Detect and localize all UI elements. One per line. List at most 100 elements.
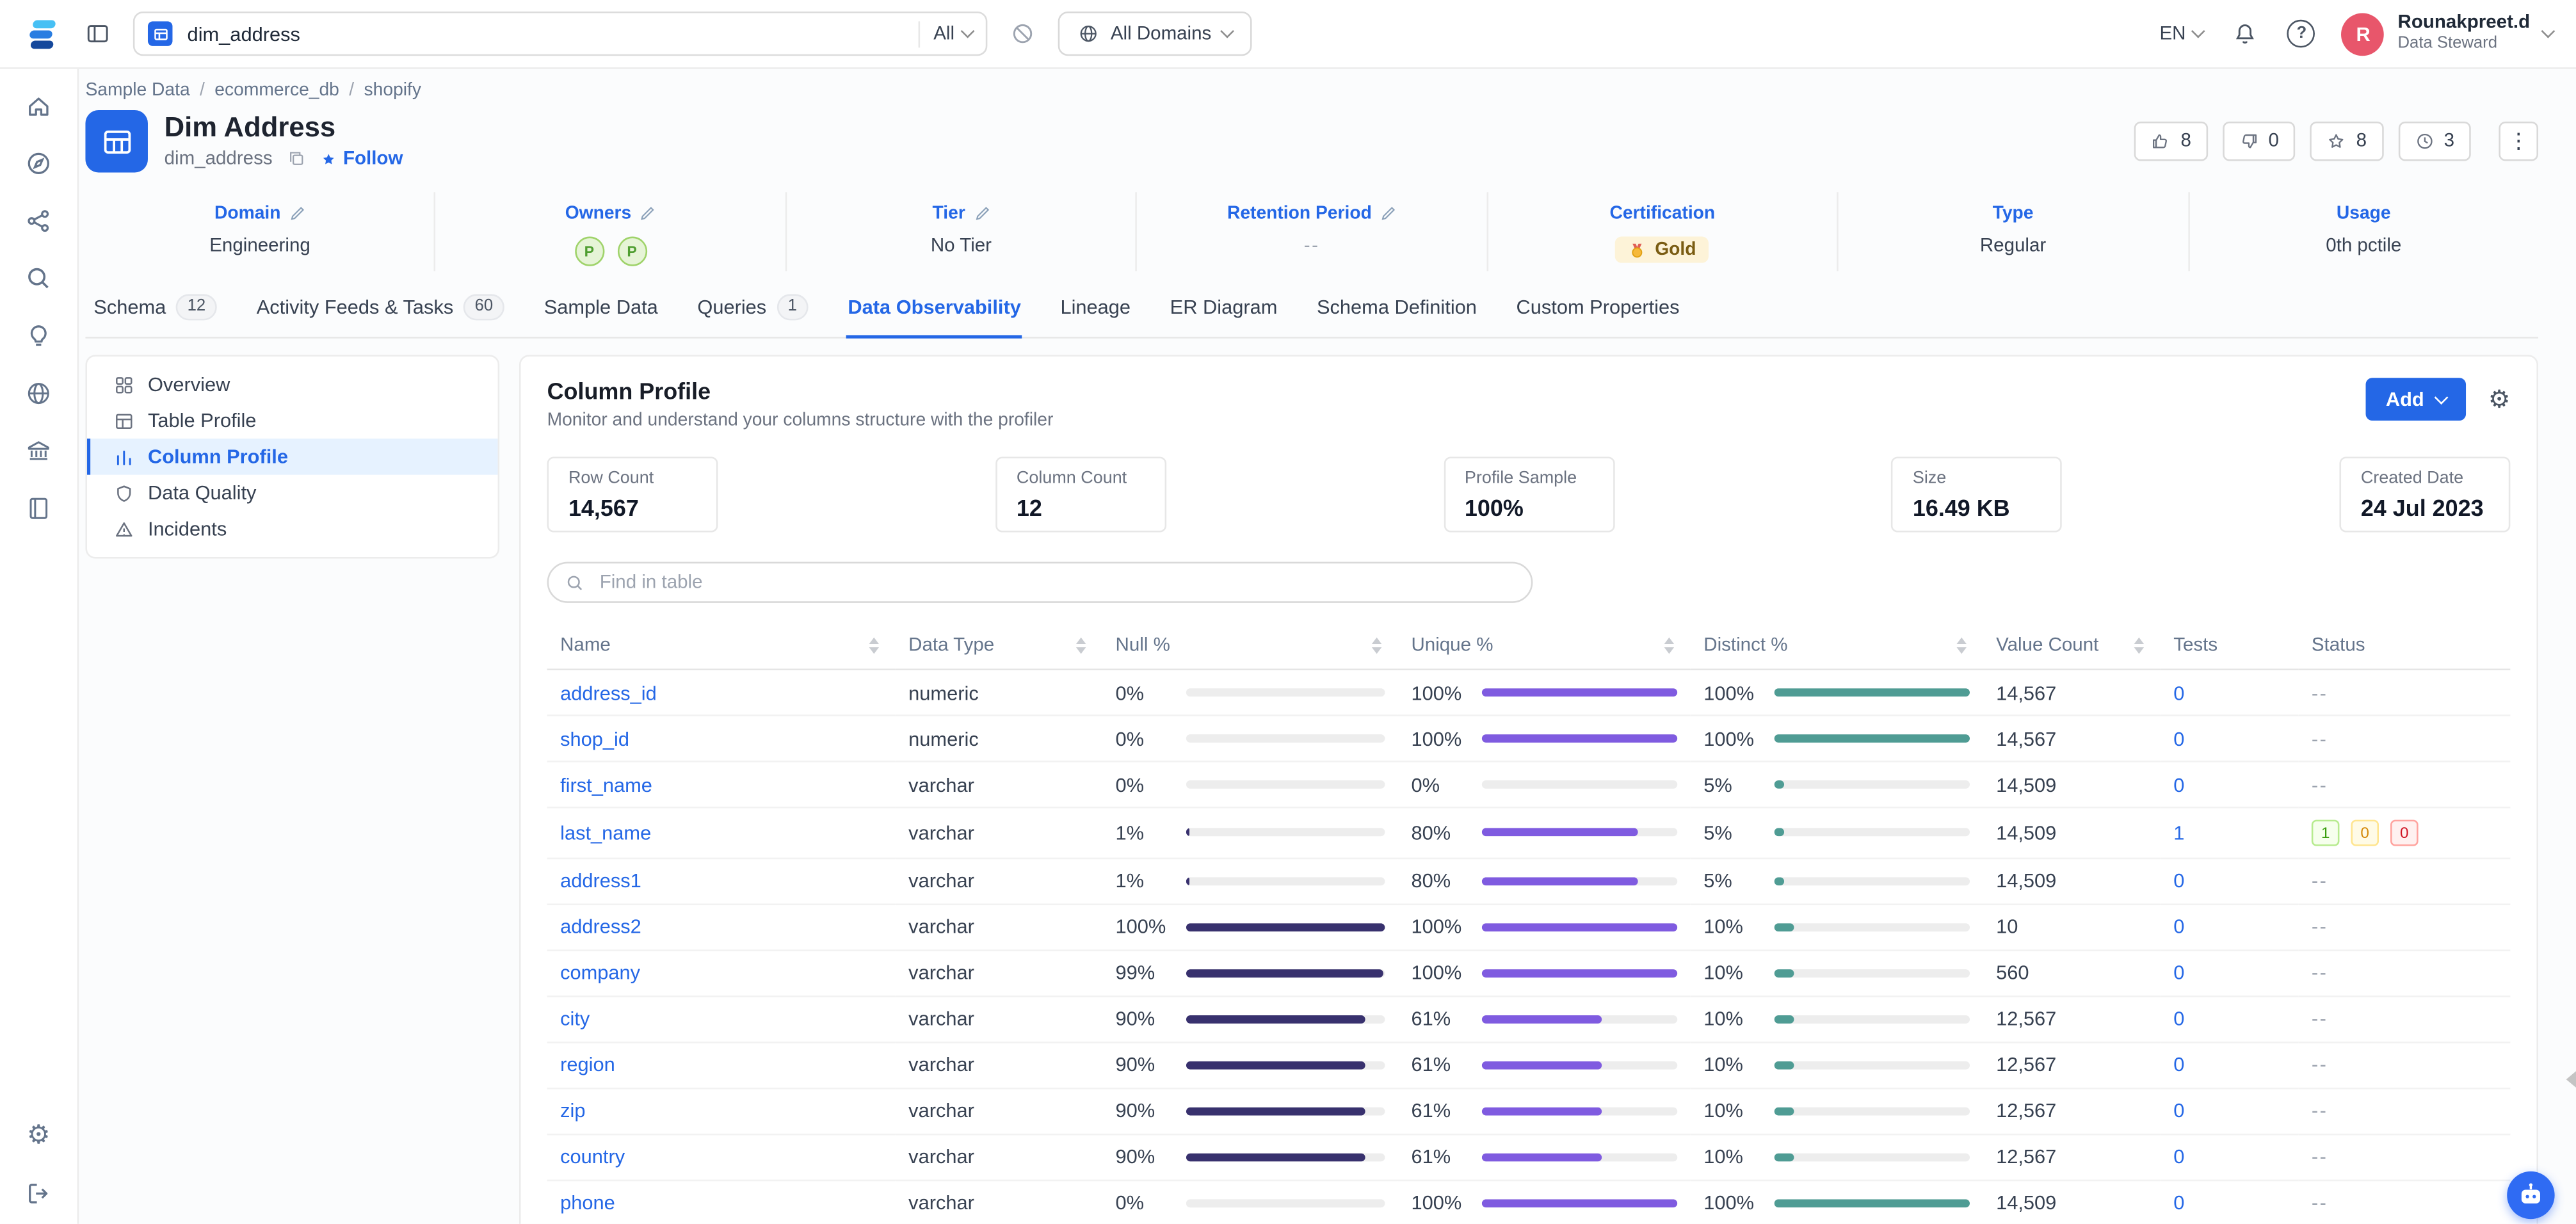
- nav-govern-icon[interactable]: [24, 437, 52, 465]
- tab-schema[interactable]: Schema12: [92, 294, 219, 338]
- unique-percent-value: 0%: [1411, 773, 1467, 796]
- tests-count-link[interactable]: 0: [2173, 915, 2184, 938]
- null-percent-value: 0%: [1116, 1191, 1171, 1214]
- nav-glossary-icon[interactable]: [24, 494, 52, 522]
- tab-er-diagram[interactable]: ER Diagram: [1168, 294, 1279, 338]
- tab-lineage[interactable]: Lineage: [1059, 294, 1132, 338]
- profiler-settings-gear-icon[interactable]: ⚙: [2488, 387, 2511, 411]
- help-icon[interactable]: ?: [2288, 20, 2316, 48]
- edit-tier-icon[interactable]: [974, 205, 990, 222]
- user-menu[interactable]: R Rounakpreet.d Data Steward: [2342, 12, 2553, 55]
- downvote-button[interactable]: 0: [2223, 122, 2296, 161]
- tests-count-link[interactable]: 0: [2173, 773, 2184, 796]
- openmetadata-logo[interactable]: [23, 14, 63, 54]
- column-name-link[interactable]: first_name: [560, 773, 652, 796]
- stat-card-profile-sample: Profile Sample 100%: [1444, 456, 1614, 532]
- find-in-table-input[interactable]: [597, 571, 1515, 594]
- nav-observability-icon[interactable]: [24, 264, 52, 293]
- sort-icon[interactable]: [2131, 634, 2148, 657]
- tests-count-link[interactable]: 0: [2173, 1053, 2184, 1076]
- profiler-nav-overview[interactable]: Overview: [87, 366, 498, 402]
- column-name-link[interactable]: shop_id: [560, 727, 629, 750]
- ai-assistant-fab[interactable]: [2507, 1172, 2554, 1219]
- sort-icon[interactable]: [1661, 634, 1678, 657]
- tab-queries[interactable]: Queries1: [696, 294, 810, 338]
- breadcrumb-database-service[interactable]: Sample Data: [85, 81, 189, 101]
- breadcrumb-database[interactable]: ecommerce_db: [214, 81, 339, 101]
- tab-activity-feeds[interactable]: Activity Feeds & Tasks60: [255, 294, 506, 338]
- tab-custom-properties[interactable]: Custom Properties: [1515, 294, 1681, 338]
- nav-home-icon[interactable]: [24, 92, 52, 120]
- edit-domain-icon[interactable]: [289, 205, 305, 222]
- version-history-button[interactable]: 3: [2398, 122, 2471, 161]
- owner-avatar[interactable]: P: [574, 237, 604, 266]
- profiler-nav-incidents[interactable]: Incidents: [87, 511, 498, 547]
- copy-icon[interactable]: [287, 150, 305, 168]
- language-selector[interactable]: EN: [2159, 24, 2203, 44]
- sort-icon[interactable]: [1953, 634, 1970, 657]
- all-domains-button[interactable]: All Domains: [1058, 12, 1253, 56]
- sort-icon[interactable]: [865, 634, 882, 657]
- notifications-bell-icon[interactable]: [2230, 18, 2262, 49]
- profiler-nav-data-quality[interactable]: Data Quality: [87, 475, 498, 511]
- profiler-nav-table-profile[interactable]: Table Profile: [87, 403, 498, 439]
- nav-item-label: Overview: [148, 373, 230, 396]
- edit-retention-icon[interactable]: [1380, 205, 1397, 222]
- null-progress-bar: [1186, 969, 1385, 977]
- tab-schema-definition[interactable]: Schema Definition: [1315, 294, 1478, 338]
- breadcrumb-schema[interactable]: shopify: [364, 81, 421, 101]
- nav-alerts-icon[interactable]: [24, 322, 52, 350]
- edit-owners-icon[interactable]: [640, 205, 656, 222]
- unique-progress-bar: [1482, 1198, 1677, 1207]
- column-name-link[interactable]: company: [560, 961, 640, 984]
- global-search-bar[interactable]: All: [133, 12, 987, 56]
- column-name-link[interactable]: country: [560, 1145, 625, 1168]
- column-name-link[interactable]: address1: [560, 869, 641, 892]
- add-button[interactable]: Add: [2366, 378, 2465, 421]
- page-title: Dim Address: [165, 113, 403, 144]
- clear-search-icon[interactable]: [1007, 18, 1038, 49]
- tests-count-link[interactable]: 1: [2173, 821, 2184, 844]
- nav-explore-icon[interactable]: [24, 150, 52, 178]
- sidebar-toggle-icon[interactable]: [82, 18, 113, 49]
- more-options-kebab-icon[interactable]: ⋮: [2499, 122, 2538, 161]
- tests-count-link[interactable]: 0: [2173, 869, 2184, 892]
- sort-icon[interactable]: [1369, 634, 1385, 657]
- column-profile-icon: [113, 446, 134, 467]
- global-search-input[interactable]: [184, 20, 907, 47]
- panel-collapse-handle[interactable]: [2566, 1071, 2576, 1088]
- tests-count-link[interactable]: 0: [2173, 1145, 2184, 1168]
- upvote-button[interactable]: 8: [2135, 122, 2208, 161]
- owner-avatar[interactable]: P: [617, 237, 647, 266]
- column-name-link[interactable]: address_id: [560, 681, 657, 704]
- unique-progress-bar: [1482, 780, 1677, 789]
- settings-gear-icon[interactable]: ⚙: [27, 1123, 51, 1150]
- column-name-link[interactable]: city: [560, 1007, 590, 1030]
- logout-icon[interactable]: [24, 1180, 52, 1208]
- column-name-link[interactable]: zip: [560, 1099, 585, 1122]
- follow-button[interactable]: Follow: [320, 149, 403, 169]
- tests-count-link[interactable]: 0: [2173, 1007, 2184, 1030]
- followers-button[interactable]: 8: [2310, 122, 2383, 161]
- find-in-table-search[interactable]: [547, 562, 1533, 603]
- table-profile-icon: [113, 410, 134, 431]
- nav-insights-icon[interactable]: [24, 207, 52, 235]
- sort-icon[interactable]: [1073, 634, 1090, 657]
- tests-count-link[interactable]: 0: [2173, 727, 2184, 750]
- tab-data-observability[interactable]: Data Observability: [846, 294, 1023, 338]
- column-name-link[interactable]: last_name: [560, 821, 651, 844]
- test-status-badge-aborted: 0: [2351, 820, 2379, 846]
- column-name-link[interactable]: region: [560, 1053, 615, 1076]
- tests-count-link[interactable]: 0: [2173, 1191, 2184, 1214]
- search-scope-dropdown[interactable]: All: [919, 20, 972, 47]
- tests-count-link[interactable]: 0: [2173, 1099, 2184, 1122]
- profiler-nav-column-profile[interactable]: Column Profile: [87, 439, 498, 474]
- distinct-percent-value: 5%: [1703, 821, 1759, 844]
- column-name-link[interactable]: address2: [560, 915, 641, 938]
- nav-domains-icon[interactable]: [24, 380, 52, 408]
- column-name-link[interactable]: phone: [560, 1191, 615, 1214]
- tab-sample-data[interactable]: Sample Data: [542, 294, 659, 338]
- tests-count-link[interactable]: 0: [2173, 681, 2184, 704]
- tier-value: No Tier: [793, 237, 1129, 257]
- tests-count-link[interactable]: 0: [2173, 961, 2184, 984]
